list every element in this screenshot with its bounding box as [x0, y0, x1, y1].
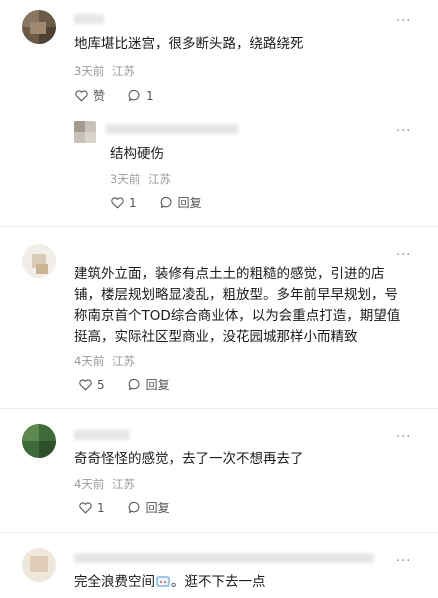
more-options-icon[interactable]: ··· — [396, 15, 411, 28]
username-blurred[interactable] — [74, 14, 104, 24]
comment-time: 4天前 — [74, 354, 105, 368]
comment-time: 4天前 — [74, 477, 105, 491]
comment-text-part: 完全浪费空间 — [74, 574, 155, 590]
reply-actions: 1 回复 — [110, 195, 224, 210]
comment-text: 完全浪费空间 。逛不下去一点 — [74, 572, 266, 593]
heart-icon — [79, 502, 92, 514]
heart-icon — [79, 379, 92, 391]
like-button[interactable]: 5 — [78, 377, 105, 392]
divider — [0, 408, 438, 409]
like-count: 1 — [97, 500, 105, 515]
avatar[interactable] — [22, 548, 56, 582]
comment-meta: 4天前 江苏 — [74, 354, 135, 368]
comment-actions: 1 回复 — [78, 500, 192, 515]
comment-text-part: 。逛不下去一点 — [171, 574, 266, 590]
like-button[interactable]: 赞 — [74, 88, 105, 103]
reply-button[interactable]: 回复 — [159, 195, 202, 210]
comment-bubble-icon — [128, 501, 140, 514]
comment-text-line: 建筑外立面，装修有点土土的粗糙的感觉，引进的店 — [74, 266, 385, 282]
avatar[interactable] — [22, 244, 56, 278]
comment-bubble-icon — [128, 89, 140, 102]
divider — [0, 226, 438, 227]
like-button[interactable]: 1 — [110, 195, 137, 210]
like-button[interactable]: 1 — [78, 500, 105, 515]
username-blurred[interactable] — [74, 553, 374, 563]
avatar[interactable] — [22, 10, 56, 44]
heart-icon — [111, 197, 124, 209]
reply-button[interactable]: 回复 — [127, 377, 170, 392]
comment-meta: 3天前 江苏 — [74, 64, 135, 78]
comment-bubble-icon — [160, 196, 172, 209]
more-options-icon[interactable]: ··· — [396, 431, 411, 444]
comment-actions: 赞 1 — [74, 88, 176, 103]
reply-button[interactable]: 1 — [127, 88, 154, 103]
username-blurred[interactable] — [74, 430, 130, 440]
avatar[interactable] — [22, 424, 56, 458]
comment-time: 3天前 — [74, 64, 105, 78]
comment-bubble-icon — [128, 378, 140, 391]
reply-text: 结构硬伤 — [110, 146, 164, 162]
comment-location: 江苏 — [111, 354, 135, 368]
sleeping-face-emoji-icon — [156, 576, 170, 587]
reply-count: 1 — [146, 88, 154, 103]
reply-avatar[interactable] — [74, 121, 96, 143]
comment-text-line: 铺，楼层规划略显凌乱，粗放型。多年前早早规划，号 — [74, 287, 398, 303]
comment-text: 奇奇怪怪的感觉，去了一次不想再去了 — [74, 451, 304, 467]
divider — [0, 532, 438, 533]
reply-label: 回复 — [145, 500, 170, 515]
reply-location: 江苏 — [147, 172, 171, 186]
comment-meta: 4天前 江苏 — [74, 477, 135, 491]
comment-actions: 5 回复 — [78, 377, 192, 392]
comment-text-line: 挺高，实际社区型商业，没花园城那样小而精致 — [74, 329, 358, 345]
comment-location: 江苏 — [111, 64, 135, 78]
more-options-icon[interactable]: ··· — [396, 125, 411, 138]
like-label: 赞 — [93, 88, 106, 103]
reply-label: 回复 — [177, 195, 202, 210]
reply-username-blurred[interactable] — [106, 124, 238, 134]
reply-label: 回复 — [145, 377, 170, 392]
reply-button[interactable]: 回复 — [127, 500, 170, 515]
like-count: 1 — [129, 195, 137, 210]
more-options-icon[interactable]: ··· — [396, 249, 411, 262]
like-count: 5 — [97, 377, 105, 392]
comment-text: 建筑外立面，装修有点土土的粗糙的感觉，引进的店 铺，楼层规划略显凌乱，粗放型。多… — [74, 264, 424, 348]
heart-icon — [75, 90, 88, 102]
reply-time: 3天前 — [110, 172, 141, 186]
comment-text-line: 称南京首个TOD综合商业体，以为会重点打造，期望值 — [74, 308, 401, 324]
more-options-icon[interactable]: ··· — [396, 555, 411, 568]
comment-text: 地库堪比迷宫，很多断头路，绕路绕死 — [74, 36, 304, 52]
reply-meta: 3天前 江苏 — [110, 172, 171, 186]
comment-location: 江苏 — [111, 477, 135, 491]
